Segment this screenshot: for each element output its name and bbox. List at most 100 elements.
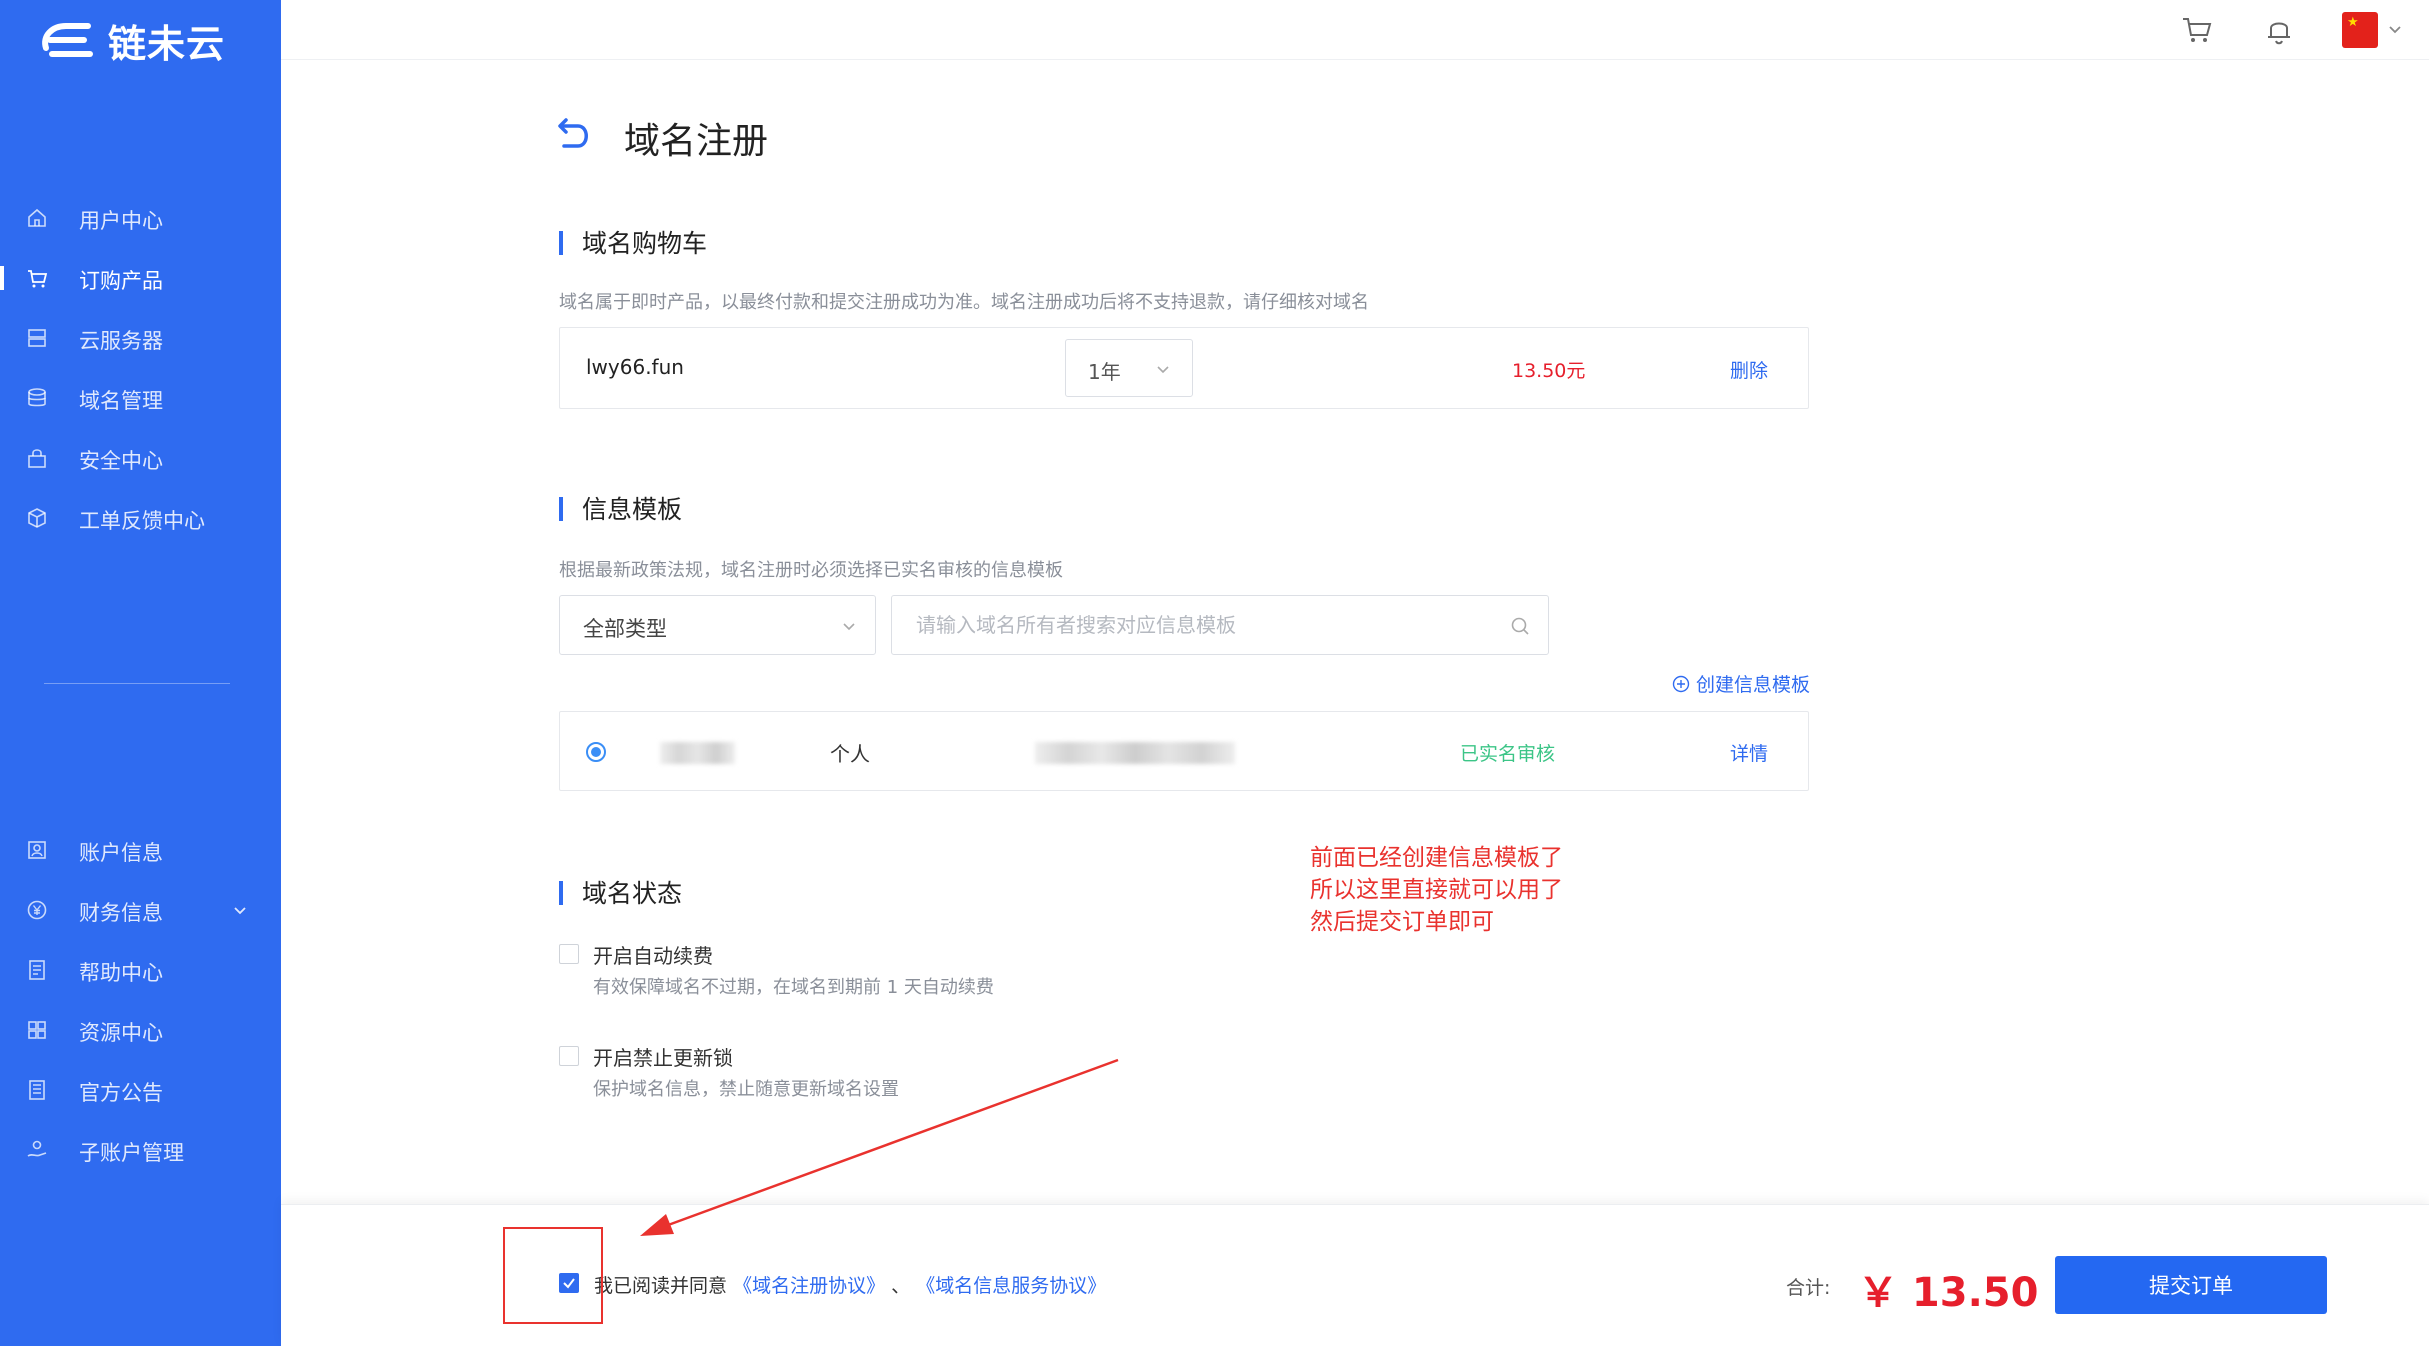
delete-link[interactable]: 删除 <box>1730 356 1768 383</box>
section-title-text: 域名状态 <box>582 879 683 908</box>
section-bar <box>559 231 563 255</box>
china-flag-icon[interactable]: ★ <box>2342 12 2378 48</box>
year-select[interactable]: 1年 <box>1065 339 1193 397</box>
template-radio[interactable] <box>586 742 606 762</box>
sidebar-item-account-info[interactable]: 账户信息 <box>0 824 281 876</box>
page-title: 域名注册 <box>624 121 769 162</box>
chevron-down-icon[interactable] <box>2386 20 2404 38</box>
section-title-cart: 域名购物车 <box>559 224 707 260</box>
template-row[interactable]: 个人 已实名审核 详情 <box>559 711 1809 791</box>
template-hint: 根据最新政策法规，域名注册时必须选择已实名审核的信息模板 <box>559 560 1063 581</box>
chevron-down-icon[interactable] <box>230 900 250 920</box>
agree-separator: 、 <box>891 1275 911 1297</box>
sidebar-item-cloud-server[interactable]: 云服务器 <box>0 312 281 364</box>
sidebar-divider <box>44 683 230 684</box>
sidebar-item-label: 安全中心 <box>79 449 163 473</box>
template-detail-link[interactable]: 详情 <box>1730 739 1768 766</box>
update-lock-title: 开启禁止更新锁 <box>593 1046 733 1070</box>
plus-circle-icon <box>1672 675 1690 692</box>
sidebar-item-label: 域名管理 <box>79 389 163 413</box>
sidebar-item-sub-accounts[interactable]: 子账户管理 <box>0 1124 281 1176</box>
total-price: ￥ 13.50 <box>1858 1270 2039 1316</box>
update-lock-checkbox[interactable] <box>559 1046 579 1066</box>
cart-hint: 域名属于即时产品，以最终付款和提交注册成功为准。域名注册成功后将不支持退款，请仔… <box>559 292 1369 313</box>
sidebar-item-domain-management[interactable]: 域名管理 <box>0 372 281 424</box>
template-search-box <box>891 595 1549 655</box>
blurred-id <box>1035 742 1235 764</box>
sidebar-item-label: 子账户管理 <box>79 1141 184 1165</box>
bell-icon[interactable] <box>2262 13 2296 47</box>
create-template-link[interactable]: 创建信息模板 <box>1672 670 1810 697</box>
sidebar-item-ticket-center[interactable]: 工单反馈中心 <box>0 492 281 544</box>
section-title-text: 域名购物车 <box>582 229 708 258</box>
template-type-select[interactable]: 全部类型 <box>559 595 876 655</box>
back-icon[interactable] <box>556 116 592 152</box>
annotation-line: 前面已经创建信息模板了 <box>1310 845 1563 871</box>
registration-agreement-link[interactable]: 《域名注册协议》 <box>733 1275 885 1297</box>
yuan-icon <box>27 900 47 920</box>
info-service-agreement-link[interactable]: 《域名信息服务协议》 <box>916 1275 1106 1297</box>
database-icon <box>28 388 46 407</box>
annotation-line: 所以这里直接就可以用了 <box>1310 877 1563 903</box>
create-template-label: 创建信息模板 <box>1696 674 1811 696</box>
total-label: 合计: <box>1786 1277 1831 1299</box>
section-bar <box>559 881 563 905</box>
cube-icon <box>28 508 46 528</box>
chevron-down-icon <box>843 623 855 631</box>
agree-prefix: 我已阅读并同意 <box>594 1275 728 1297</box>
sidebar-item-help-center[interactable]: 帮助中心 <box>0 944 281 996</box>
sidebar-item-finance-info[interactable]: 财务信息 <box>0 884 281 936</box>
year-value: 1年 <box>1088 360 1121 384</box>
logo-icon <box>42 23 93 57</box>
blurred-name <box>660 742 735 764</box>
annotation-arrow <box>640 1058 1119 1236</box>
auto-renew-title: 开启自动续费 <box>593 944 713 968</box>
sidebar-item-resource-center[interactable]: 资源中心 <box>0 1004 281 1056</box>
sidebar-item-label: 官方公告 <box>79 1081 163 1105</box>
server-icon <box>28 329 46 347</box>
submit-order-button[interactable]: 提交订单 <box>2055 1256 2327 1314</box>
template-search-input[interactable] <box>914 610 1494 640</box>
sidebar-item-announcements[interactable]: 官方公告 <box>0 1064 281 1116</box>
agree-text: 我已阅读并同意 《域名注册协议》 、 《域名信息服务协议》 <box>594 1271 1106 1298</box>
auto-renew-checkbox[interactable] <box>559 944 579 964</box>
section-title-template: 信息模板 <box>559 490 682 526</box>
sidebar-item-label: 帮助中心 <box>79 961 163 985</box>
sidebar-item-security-center[interactable]: 安全中心 <box>0 432 281 484</box>
annotation-line: 然后提交订单即可 <box>1310 909 1494 935</box>
update-lock-desc: 保护域名信息，禁止随意更新域名设置 <box>593 1079 899 1100</box>
chevron-down-icon <box>1157 366 1169 374</box>
grid-icon <box>28 1021 46 1039</box>
brand-name: 链未云 <box>108 21 226 66</box>
search-icon[interactable] <box>1510 616 1530 636</box>
sidebar-item-label: 账户信息 <box>79 841 163 865</box>
top-bar <box>281 0 2429 60</box>
active-indicator <box>0 266 4 290</box>
flag-star-icon: ★ <box>2347 15 2359 30</box>
lock-icon <box>28 449 46 468</box>
section-title-status: 域名状态 <box>559 874 682 910</box>
sidebar-item-user-center[interactable]: 用户中心 <box>0 192 281 244</box>
cart-icon[interactable] <box>2180 13 2214 47</box>
template-type: 个人 <box>830 742 870 766</box>
notice-icon <box>29 1080 45 1100</box>
sidebar-item-label: 财务信息 <box>79 901 163 925</box>
sidebar: 链未云 用户中心 订购产品 云服务器 域名管理 安全中心 工单反馈中心 账户信息… <box>0 0 281 1346</box>
highlight-box <box>503 1227 603 1324</box>
cart-icon <box>28 270 48 288</box>
home-icon <box>28 208 46 227</box>
cart-row: lwy66.fun 1年 13.50元 删除 <box>559 327 1809 409</box>
id-card-icon <box>28 841 46 859</box>
cart-domain: lwy66.fun <box>586 355 684 379</box>
section-bar <box>559 497 563 521</box>
user-hand-icon <box>27 1140 47 1157</box>
sidebar-item-label: 资源中心 <box>79 1021 163 1045</box>
sidebar-item-label: 云服务器 <box>79 329 163 353</box>
sidebar-item-order-products[interactable]: 订购产品 <box>0 252 281 304</box>
annotation-note: 前面已经创建信息模板了 所以这里直接就可以用了 然后提交订单即可 <box>1310 842 1563 938</box>
sidebar-item-label: 工单反馈中心 <box>79 509 205 533</box>
document-icon <box>29 960 45 980</box>
auto-renew-desc: 有效保障域名不过期，在域名到期前 1 天自动续费 <box>593 977 994 998</box>
brand-logo[interactable]: 链未云 <box>38 14 225 66</box>
sidebar-item-label: 用户中心 <box>79 209 163 233</box>
